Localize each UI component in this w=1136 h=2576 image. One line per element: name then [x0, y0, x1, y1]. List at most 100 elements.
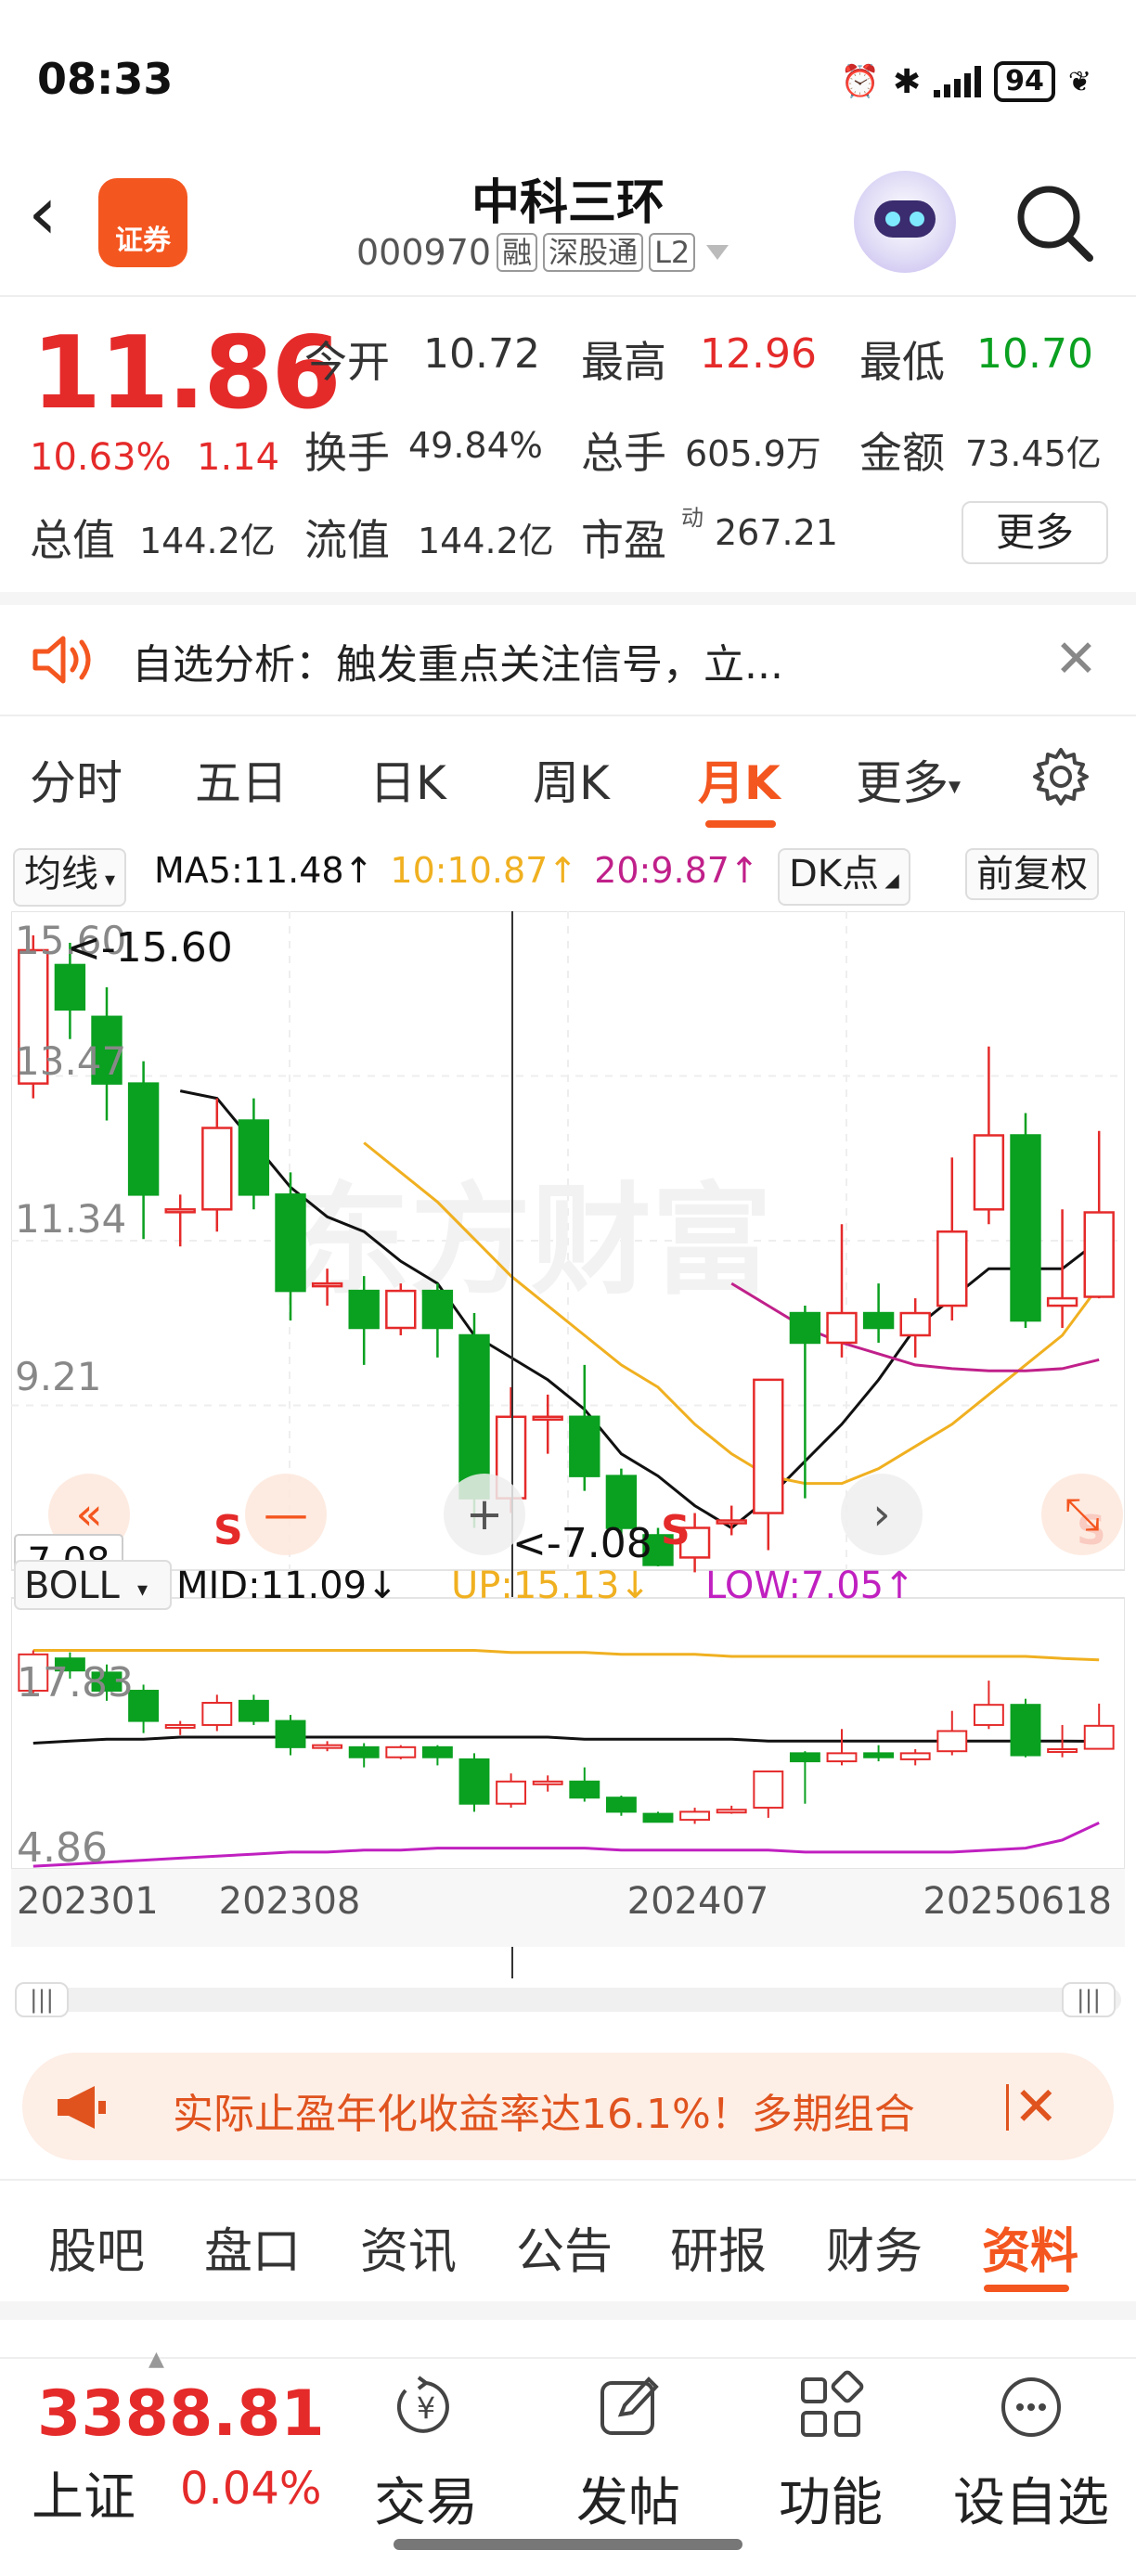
period-tabs: 分时 五日 日K 周K 月K 更多▾: [0, 724, 1136, 828]
boll-candle-body: [863, 1752, 895, 1758]
pe-superscript: 动: [681, 505, 704, 531]
promo-text[interactable]: 实际止盈年化收益率达16.1%！多期组合: [173, 2080, 1008, 2140]
tab-forum[interactable]: 股吧: [48, 2212, 145, 2282]
tab-announcements[interactable]: 公告: [516, 2212, 613, 2282]
divider: [0, 715, 1136, 716]
candle-body: [826, 1311, 858, 1345]
boll-candle-body: [275, 1719, 306, 1748]
close-icon[interactable]: ✕: [1054, 629, 1098, 689]
boll-candle-body: [348, 1745, 380, 1758]
candle-body: [348, 1289, 380, 1330]
range-handle-left[interactable]: |||: [15, 1982, 69, 2017]
caret-down-icon: ▾: [949, 772, 962, 801]
y-tick-label: 11.34: [15, 1196, 126, 1242]
dock-add-watchlist[interactable]: 设自选: [952, 2370, 1110, 2536]
active-tab-indicator: [984, 2285, 1069, 2292]
tab-weekly-k[interactable]: 周K: [533, 746, 610, 813]
gear-icon[interactable]: [1030, 746, 1091, 807]
candle-body: [1046, 1296, 1078, 1307]
tab-news[interactable]: 资讯: [360, 2212, 457, 2282]
status-icons: ⏰ ✱ 94 ❦: [841, 61, 1091, 102]
more-quote-button[interactable]: 更多: [962, 501, 1108, 564]
dock-post[interactable]: 发帖: [549, 2370, 707, 2536]
tab-monthly-k[interactable]: 月K: [698, 746, 781, 813]
tab-daily-k[interactable]: 日K: [369, 746, 446, 813]
connect-tag: 深股通: [543, 233, 644, 272]
open-value: 10.72: [423, 330, 540, 378]
divider: [0, 2179, 1136, 2181]
adjust-button[interactable]: 前复权: [965, 848, 1099, 900]
chevron-down-icon[interactable]: [706, 245, 729, 260]
change-amount: 1.14: [197, 436, 280, 479]
tab-intraday[interactable]: 分时: [30, 746, 123, 813]
fullscreen-button-glyph[interactable]: ⤡: [1065, 1488, 1100, 1540]
signal-notice[interactable]: 自选分析：触发重点关注信号，立... ✕: [0, 605, 1136, 715]
home-indicator[interactable]: [394, 2539, 742, 2550]
low-value: 10.70: [976, 330, 1093, 378]
dock-functions[interactable]: 功能: [752, 2370, 910, 2536]
index-value[interactable]: 3388.81: [37, 2377, 325, 2451]
search-icon[interactable]: [1010, 178, 1099, 267]
volume-label: 总手: [581, 428, 666, 478]
boll-candle-body: [899, 1752, 931, 1760]
boll-mid-value: MID:11.09↓: [176, 1565, 398, 1607]
ma-values: MA5:11.48↑ 10:10.87↑ 20:9.87↑: [154, 850, 759, 891]
boll-candle-body: [1047, 1748, 1078, 1754]
ma10-value: 10:10.87↑: [390, 850, 578, 891]
tab-orderbook[interactable]: 盘口: [204, 2212, 301, 2282]
index-name[interactable]: 上证: [32, 2455, 136, 2531]
scroll-right-button-glyph[interactable]: ›: [872, 1488, 890, 1540]
boll-candle-body: [679, 1810, 711, 1822]
boll-y-tick-label: 17.83: [17, 1659, 134, 1707]
dk-point-label: DK点: [789, 853, 880, 895]
dock-trade[interactable]: ¥ 交易: [347, 2370, 505, 2536]
boll-candle-body: [569, 1780, 600, 1799]
tab-profile[interactable]: 资料: [982, 2212, 1078, 2282]
candle-body: [936, 1230, 968, 1307]
ma20-value: 20:9.87↑: [594, 850, 759, 891]
tab-research[interactable]: 研报: [670, 2212, 767, 2282]
x-tick-label: 202301: [17, 1880, 159, 1923]
candle-body: [1083, 1211, 1115, 1298]
range-scroll-track[interactable]: [15, 1988, 1121, 2012]
boll-candle-body: [458, 1758, 490, 1805]
caret-down-icon: ▾: [137, 1578, 148, 1602]
robot-assistant-icon[interactable]: [854, 171, 956, 273]
tab-five-day[interactable]: 五日: [195, 746, 288, 813]
stock-subtitle[interactable]: 000970 融 深股通 L2: [356, 232, 729, 273]
volume-value: 605.9万: [685, 433, 821, 474]
status-time: 08:33: [37, 54, 174, 104]
dk-point-button[interactable]: DK点 ◢: [778, 848, 910, 906]
ma-selector[interactable]: 均线 ▾: [13, 848, 127, 907]
notice-text[interactable]: 自选分析：触发重点关注信号，立...: [132, 631, 783, 690]
candle-body: [789, 1311, 821, 1345]
scroll-left-button-glyph[interactable]: «: [75, 1488, 102, 1540]
zoom-out-button-glyph[interactable]: —: [264, 1488, 308, 1540]
low-label: 最低: [859, 337, 945, 387]
boll-candle-body: [1010, 1704, 1041, 1757]
tab-more[interactable]: 更多▾: [856, 746, 961, 813]
amount-value: 73.45亿: [965, 433, 1102, 474]
candle-body: [973, 1134, 1005, 1211]
turnover-label: 换手: [304, 428, 390, 478]
candle-body: [753, 1378, 784, 1514]
close-icon[interactable]: ✕: [1013, 2075, 1059, 2138]
divider: [1006, 2084, 1009, 2131]
boll-low-value: LOW:7.05↑: [705, 1565, 915, 1607]
kline-chart[interactable]: 东方财富15.6013.4711.349.217.08<-15.60<-7.08…: [11, 911, 1125, 2034]
range-handle-right[interactable]: |||: [1062, 1982, 1116, 2017]
alarm-icon: ⏰: [840, 63, 880, 100]
corner-icon: ◢: [879, 869, 899, 891]
dock-functions-label: 功能: [779, 2473, 883, 2533]
boll-candle-body: [238, 1699, 269, 1722]
zoom-in-button-glyph[interactable]: +: [466, 1488, 503, 1540]
boll-candle-body: [753, 1770, 784, 1810]
robot-eye: [910, 212, 924, 226]
signal-s-mark: S: [213, 1507, 243, 1554]
tab-finance[interactable]: 财务: [826, 2212, 923, 2282]
boll-candle-body: [532, 1780, 563, 1785]
index-percent[interactable]: 0.04%: [180, 2463, 321, 2515]
app-header: ‹ 证券 中科三环 000970 融 深股通 L2: [0, 158, 1136, 297]
promo-banner[interactable]: 实际止盈年化收益率达16.1%！多期组合 ✕: [22, 2053, 1114, 2160]
more-dots-icon: [1001, 2377, 1061, 2437]
